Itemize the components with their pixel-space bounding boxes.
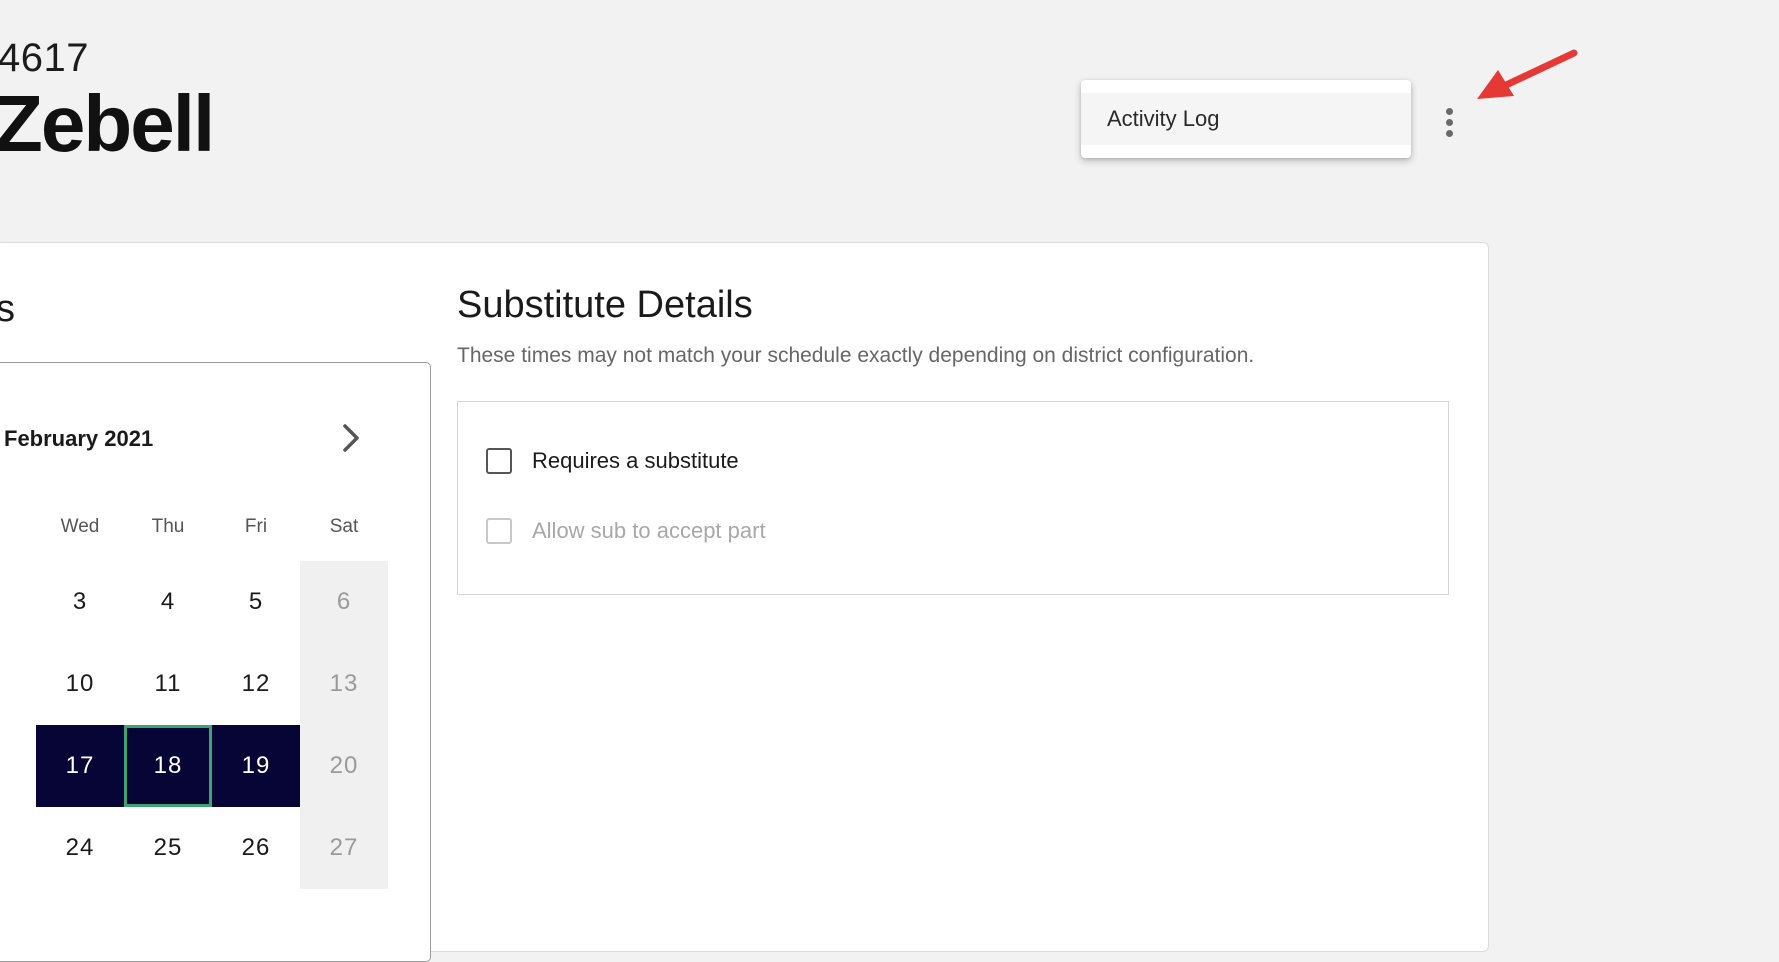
requires-substitute-label: Requires a substitute: [532, 448, 739, 473]
calendar-day-19[interactable]: 19: [212, 725, 300, 807]
weekday-label: e: [0, 516, 37, 538]
calendar-day-12[interactable]: 12: [212, 643, 300, 725]
kebab-vertical-icon: [1446, 108, 1453, 115]
calendar-day-11[interactable]: 11: [124, 643, 212, 725]
calendar-day-26[interactable]: 26: [212, 807, 300, 889]
calendar-month-label: February 2021: [4, 426, 154, 451]
calendar-day-10[interactable]: 10: [36, 643, 124, 725]
allow-partial-label: Allow sub to accept part: [532, 518, 766, 543]
next-month-button[interactable]: [333, 420, 369, 456]
absence-section-title: s: [0, 288, 15, 330]
calendar-day-20: 20: [300, 725, 388, 807]
calendar-day-4[interactable]: 4: [124, 561, 212, 643]
weekday-label: Sat: [329, 516, 359, 537]
allow-partial-option: Allow sub to accept part: [486, 518, 766, 544]
kebab-dot: [1446, 119, 1453, 126]
requires-substitute-option[interactable]: Requires a substitute: [486, 448, 739, 474]
allow-partial-checkbox: [486, 518, 512, 544]
calendar-day-24[interactable]: 24: [36, 807, 124, 889]
actions-menu: Activity Log: [1081, 80, 1411, 158]
calendar-day-3[interactable]: 3: [0, 807, 37, 889]
employee-name: Zebell: [0, 79, 215, 168]
calendar-day-18[interactable]: 18: [124, 725, 212, 807]
calendar-day-27: 27: [300, 807, 388, 889]
chevron-right-icon: [343, 424, 359, 452]
more-options-button[interactable]: [1436, 104, 1464, 140]
record-id: 4617: [0, 36, 89, 80]
weekday-label: Thu: [151, 516, 185, 537]
annotation-arrow-icon: [1477, 49, 1578, 99]
substitute-options-box: [457, 401, 1449, 595]
weekday-label: Fri: [244, 516, 268, 537]
calendar-day-5[interactable]: 5: [0, 725, 37, 807]
calendar-day-5[interactable]: 5: [212, 561, 300, 643]
requires-substitute-checkbox[interactable]: [486, 448, 512, 474]
calendar-day-13: 13: [300, 643, 388, 725]
activity-log-menu-item[interactable]: Activity Log: [1081, 93, 1411, 145]
substitute-details-description: These times may not match your schedule …: [457, 344, 1255, 367]
substitute-details-title: Substitute Details: [457, 284, 753, 326]
calendar-day-25[interactable]: 25: [124, 807, 212, 889]
weekday-label: Wed: [60, 516, 100, 537]
kebab-dot: [1446, 130, 1453, 137]
calendar-day-3[interactable]: 3: [36, 561, 124, 643]
calendar-day-6: 6: [300, 561, 388, 643]
calendar-day-17[interactable]: 17: [36, 725, 124, 807]
activity-log-label: Activity Log: [1107, 106, 1220, 131]
